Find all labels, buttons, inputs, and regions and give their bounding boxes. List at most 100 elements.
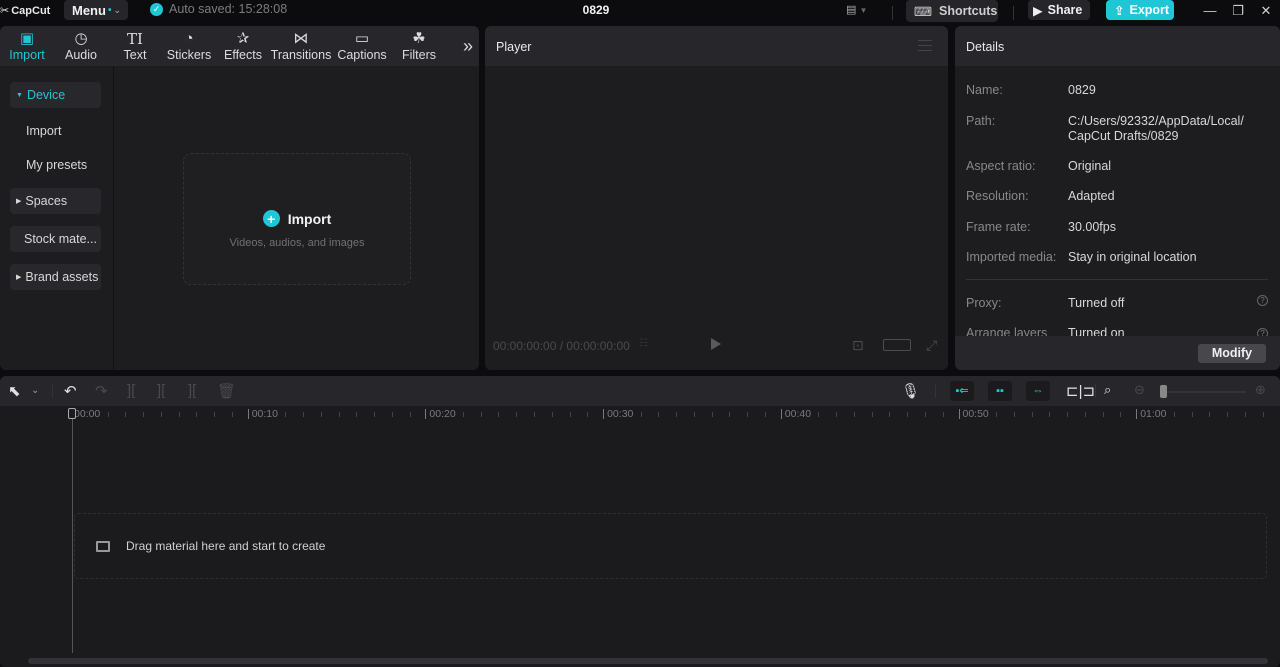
ruler-tick (996, 412, 998, 417)
select-tool-button[interactable]: ⬉ (8, 382, 21, 400)
zoom-slider-thumb[interactable] (1160, 385, 1167, 398)
detail-row-proxy: Proxy: Turned off (966, 296, 1125, 310)
tab-import[interactable]: ▣ Import (0, 26, 54, 66)
ruler-tick (231, 412, 233, 417)
snap-icon: ▪▪ (996, 385, 1004, 397)
ruler-tick (818, 412, 820, 417)
divider (52, 384, 53, 398)
restore-button[interactable]: ❐ (1228, 2, 1248, 20)
captions-icon: ▭ (354, 30, 370, 47)
fullscreen-button[interactable]: ⤢ (926, 337, 937, 354)
playhead[interactable] (72, 409, 73, 653)
ruler-tick (125, 412, 127, 417)
linkage-button[interactable]: ⇔ (1026, 381, 1050, 401)
ruler-tick (303, 412, 304, 417)
zoom-slider-track[interactable] (1166, 391, 1246, 393)
import-dropzone[interactable]: + Import Videos, audios, and images (183, 153, 411, 285)
time-ruler[interactable]: 00:00 00:10 00:20 00:30 00:40 00:50 01:00 (0, 406, 1280, 428)
undo-icon: ↶ (64, 383, 77, 400)
sidebar-item-spaces[interactable]: ▶ Spaces (10, 188, 101, 214)
delete-right-button[interactable]: ][ (188, 382, 196, 399)
text-icon: TI (127, 30, 143, 48)
ruler-tick (1102, 412, 1104, 417)
ruler-tick (853, 412, 855, 417)
ruler-tick (462, 412, 464, 417)
sidebar-item-import[interactable]: Import (10, 118, 101, 144)
capcut-logo-icon: ✂ (0, 5, 10, 17)
ruler-tick (551, 412, 553, 417)
main-track-magnet-button[interactable]: ▪⇐ (950, 381, 974, 401)
layout-menu-button[interactable]: ▤ ▼ (846, 3, 876, 19)
modify-button[interactable]: Modify (1198, 344, 1266, 363)
track-header-gutter (0, 428, 24, 667)
divider (966, 279, 1268, 280)
zoom-out-button[interactable]: ⊖ (1134, 382, 1145, 398)
ruler-tick (693, 412, 695, 417)
help-icon[interactable]: ? (1257, 295, 1268, 306)
ruler-tick (711, 412, 713, 417)
effects-icon: ✰ (236, 30, 250, 47)
delete-button[interactable]: 🗑 (217, 382, 236, 400)
menu-button[interactable]: Menu • ⌄ (64, 0, 128, 20)
redo-button[interactable]: ↷ (95, 382, 108, 400)
detail-row-resolution: Resolution: Adapted (966, 189, 1115, 203)
tab-effects[interactable]: ✰ Effects (216, 26, 270, 66)
ruler-tick (1173, 412, 1175, 417)
tab-transitions[interactable]: ⋈ Transitions (270, 26, 332, 66)
divider (1095, 384, 1096, 398)
ruler-tick (1084, 412, 1086, 417)
share-button[interactable]: ▶ Share (1028, 0, 1090, 20)
player-panel: Player 00:00:00:00 / 00:00:00:00 ☷ ⊡ ⤢ (485, 26, 948, 370)
fullscreen-icon: ⤢ (926, 337, 938, 353)
ruler-tick (729, 412, 731, 417)
film-icon (96, 540, 110, 552)
tab-filters[interactable]: ☘ Filters (392, 26, 446, 66)
tab-text[interactable]: TI Text (108, 26, 162, 66)
sidebar-item-device[interactable]: ▼ Device (10, 82, 101, 108)
undo-button[interactable]: ↶ (64, 382, 77, 400)
preview-axis-button[interactable]: ⊏|⊐ (1066, 382, 1095, 400)
play-button[interactable] (711, 338, 721, 350)
trash-icon: 🗑 (217, 383, 237, 400)
minimize-button[interactable]: — (1200, 2, 1220, 20)
sidebar-item-stock-material[interactable]: Stock mate... (10, 226, 101, 252)
ruler-tick (391, 412, 393, 417)
shortcuts-button[interactable]: ⌨ Shortcuts (906, 0, 998, 22)
zoom-in-button[interactable]: ⊕ (1255, 382, 1266, 398)
microphone-icon: 🎙 (901, 383, 921, 400)
detail-row-name: Name: 0829 (966, 83, 1096, 97)
aspect-ratio-button[interactable] (883, 339, 911, 351)
audio-icon: ◷ (74, 30, 88, 47)
record-audio-button[interactable]: 🎙 (901, 382, 920, 400)
split-button[interactable]: ][ (127, 382, 135, 399)
export-button[interactable]: ⇪ Export (1106, 0, 1174, 20)
player-timecode: 00:00:00:00 / 00:00:00:00 (493, 339, 630, 353)
playhead-handle[interactable] (68, 408, 76, 419)
caret-down-icon: ▼ (16, 91, 23, 99)
tab-stickers[interactable]: ◔ Stickers (162, 26, 216, 66)
ruler-tick (836, 412, 838, 417)
caret-right-icon: ▶ (16, 198, 22, 205)
ruler-tick-label: 00:20 (425, 409, 456, 419)
plus-circle-icon: ⊕ (1255, 382, 1266, 397)
close-button[interactable]: ✕ (1256, 2, 1276, 20)
ruler-tick (924, 412, 926, 417)
import-button[interactable]: + Import (184, 210, 410, 227)
player-menu-icon[interactable] (918, 40, 932, 51)
delete-left-button[interactable]: ][ (157, 382, 165, 399)
tab-audio[interactable]: ◷ Audio (54, 26, 108, 66)
media-panel: ▣ Import ◷ Audio TI Text ◔ Stickers ✰ Ef… (0, 26, 479, 370)
zoom-fit-button[interactable]: ⌕ (1104, 382, 1111, 398)
ruler-tick (1013, 412, 1015, 417)
divider (892, 6, 893, 20)
sidebar-item-my-presets[interactable]: My presets (10, 152, 101, 178)
tab-captions[interactable]: ▭ Captions (332, 26, 392, 66)
auto-snap-button[interactable]: ▪▪ (988, 381, 1012, 401)
fit-view-button[interactable]: ⊡ (852, 337, 864, 354)
ruler-tick (143, 412, 145, 417)
timeline-grid-icon[interactable]: ☷ (639, 338, 659, 352)
select-mode-dropdown[interactable]: ⌄ (31, 385, 39, 396)
horizontal-scrollbar[interactable] (28, 658, 1268, 664)
sidebar-item-brand-assets[interactable]: ▶ Brand assets (10, 264, 101, 290)
more-tabs-button[interactable]: » (463, 36, 473, 57)
